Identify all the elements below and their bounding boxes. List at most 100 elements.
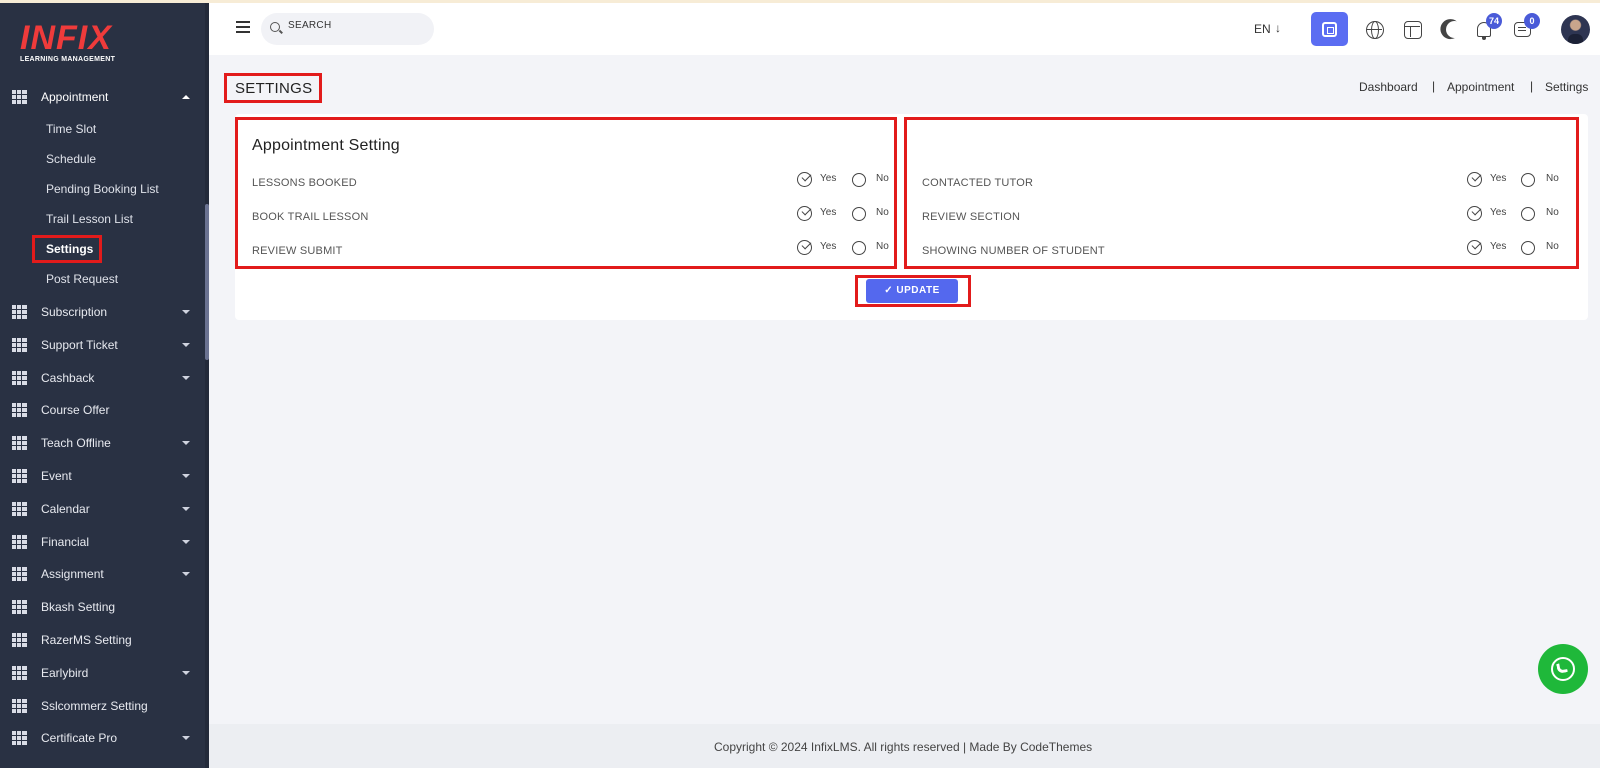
sidebar-item-cashback[interactable]: Cashback [0,363,205,393]
yes-radio-checked[interactable] [797,240,812,255]
sidebar: INFIX LEARNING MANAGEMENT Appointment Ti… [0,0,209,768]
sidebar-item-razerms-setting[interactable]: RazerMS Setting [0,625,205,655]
sidebar-item-earlybird[interactable]: Earlybird [0,658,205,688]
yes-label: Yes [820,241,837,252]
processor-button[interactable] [1311,12,1348,46]
caret-down-icon [182,540,190,544]
sidebar-subitem-pending-booking-list[interactable]: Pending Booking List [46,182,159,196]
sidebar-item-label: Teach Offline [41,436,111,450]
logo-text: INFIX [20,19,112,57]
search-icon [270,22,280,32]
menu-toggle-icon[interactable] [236,21,250,33]
setting-label-showing-number-of-student: SHOWING NUMBER OF STUDENT [922,245,1105,257]
sidebar-scrollbar[interactable] [205,0,209,768]
caret-down-icon [182,474,190,478]
breadcrumb-separator: | [1432,79,1436,93]
caret-down-icon [182,572,190,576]
no-radio[interactable] [852,207,866,221]
sidebar-item-label: Calendar [41,502,90,516]
grid-icon [12,600,27,614]
sidebar-item-bkash-setting[interactable]: Bkash Setting [0,592,205,622]
sidebar-item-subscription[interactable]: Subscription [0,297,205,327]
grid-icon [12,436,27,450]
message-badge: 0 [1524,13,1540,29]
arrow-down-icon: ↓ [1275,21,1281,35]
sidebar-item-assignment[interactable]: Assignment [0,559,205,589]
sidebar-item-calendar[interactable]: Calendar [0,494,205,524]
grid-icon [12,90,27,104]
no-radio[interactable] [1521,173,1535,187]
yes-radio-checked[interactable] [797,172,812,187]
sidebar-item-sslcommerz-setting[interactable]: Sslcommerz Setting [0,691,205,721]
grid-icon [12,666,27,680]
yes-radio-checked[interactable] [1467,206,1482,221]
logo-subtitle: LEARNING MANAGEMENT [20,56,116,63]
sidebar-subitem-time-slot[interactable]: Time Slot [46,122,96,136]
caret-up-icon [182,95,190,99]
sidebar-item-certificate-pro[interactable]: Certificate Pro [0,723,205,753]
no-radio[interactable] [852,241,866,255]
yes-label: Yes [1490,207,1507,218]
caret-down-icon [182,736,190,740]
grid-icon [12,633,27,647]
caret-down-icon [182,310,190,314]
no-label: No [1546,173,1559,184]
sidebar-item-label: Assignment [41,567,104,581]
sidebar-item-event[interactable]: Event [0,461,205,491]
no-radio[interactable] [852,173,866,187]
avatar[interactable] [1561,15,1590,44]
sidebar-subitem-trail-lesson-list[interactable]: Trail Lesson List [46,212,133,226]
sidebar-item-label: Appointment [41,90,109,104]
globe-icon[interactable] [1366,21,1384,39]
no-radio[interactable] [1521,207,1535,221]
sidebar-subitem-schedule[interactable]: Schedule [46,152,96,166]
app-logo[interactable]: INFIX LEARNING MANAGEMENT [20,20,115,63]
sidebar-item-label: Event [41,469,72,483]
sidebar-item-support-ticket[interactable]: Support Ticket [0,330,205,360]
grid-icon [12,371,27,385]
yes-radio-checked[interactable] [797,206,812,221]
sidebar-item-label: Bkash Setting [41,600,116,614]
grid-icon [12,305,27,319]
setting-label-book-trail-lesson: BOOK TRAIL LESSON [252,211,369,223]
no-radio[interactable] [1521,241,1535,255]
no-label: No [1546,241,1559,252]
page-title: SETTINGS [235,80,313,97]
layout-icon[interactable] [1404,21,1422,39]
grid-icon [12,338,27,352]
sidebar-item-label: Sslcommerz Setting [41,699,148,713]
grid-icon [12,502,27,516]
grid-icon [12,567,27,581]
grid-icon [12,731,27,745]
breadcrumb-dashboard[interactable]: Dashboard [1359,80,1418,94]
grid-icon [12,535,27,549]
sidebar-item-teach-offline[interactable]: Teach Offline [0,428,205,458]
no-label: No [876,173,889,184]
cpu-icon [1322,22,1337,37]
footer-copyright: Copyright © 2024 InfixLMS. All rights re… [714,740,1093,754]
setting-label-review-submit: REVIEW SUBMIT [252,245,343,257]
sidebar-item-appointment[interactable]: Appointment [0,82,205,112]
sidebar-item-course-offer[interactable]: Course Offer [0,395,205,425]
setting-label-contacted-tutor: CONTACTED TUTOR [922,177,1034,189]
caret-down-icon [182,671,190,675]
sidebar-scroll-thumb[interactable] [205,204,209,360]
update-button[interactable]: ✓ UPDATE [866,279,958,303]
card-title: Appointment Setting [252,137,400,154]
sidebar-subitem-settings[interactable]: Settings [46,242,93,256]
grid-icon [12,403,27,417]
sidebar-item-label: Course Offer [41,403,110,417]
breadcrumb-appointment[interactable]: Appointment [1447,80,1514,94]
sidebar-subitem-post-request[interactable]: Post Request [46,272,118,286]
sidebar-item-label: Certificate Pro [41,731,118,745]
grid-icon [12,699,27,713]
setting-label-lessons-booked: LESSONS BOOKED [252,177,357,189]
caret-down-icon [182,343,190,347]
language-selector[interactable]: EN [1254,22,1271,36]
sidebar-item-label: Subscription [41,305,108,319]
search-input[interactable] [288,20,418,31]
yes-radio-checked[interactable] [1467,172,1482,187]
yes-radio-checked[interactable] [1467,240,1482,255]
sidebar-item-financial[interactable]: Financial [0,527,205,557]
whatsapp-button[interactable] [1538,644,1588,694]
